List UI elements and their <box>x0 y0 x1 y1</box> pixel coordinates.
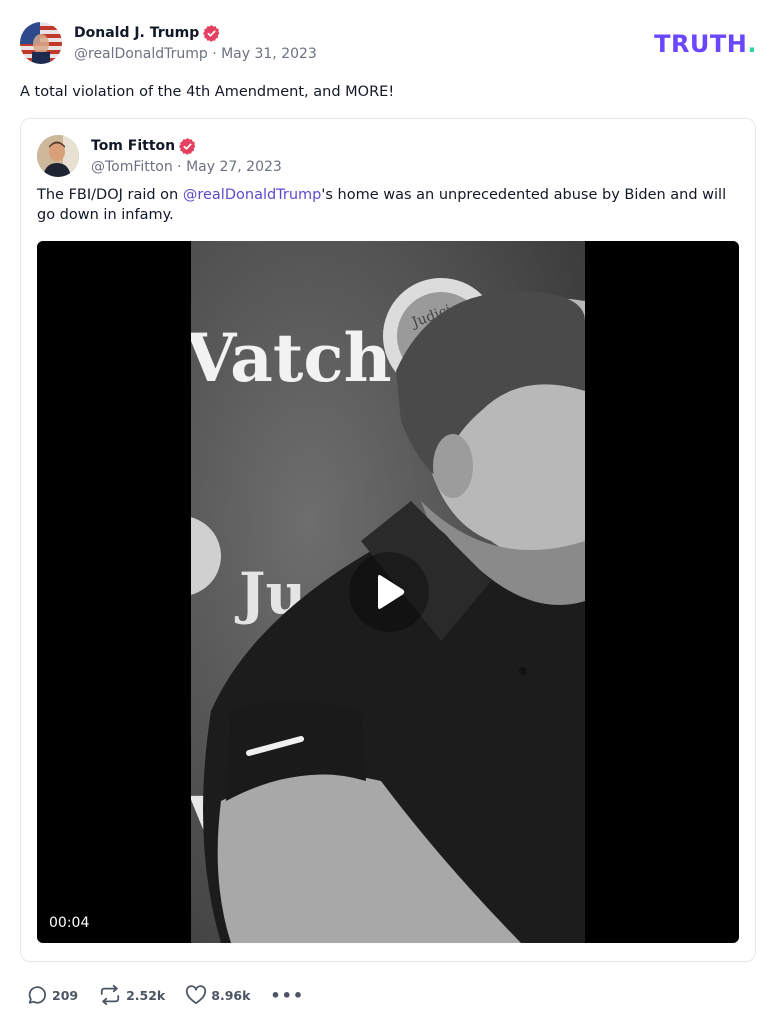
video-duration: 00:04 <box>49 915 90 931</box>
play-button[interactable] <box>349 552 429 632</box>
heart-icon <box>186 985 207 1005</box>
like-count: 8.96k <box>211 987 251 1003</box>
logo-dot: . <box>747 30 757 58</box>
quote-avatar-image <box>37 135 79 177</box>
post-header: Donald J. Trump @realDonaldTrump · May 3… <box>20 22 757 66</box>
avatar[interactable] <box>20 22 62 64</box>
retruth-count: 2.52k <box>126 987 166 1003</box>
quoted-post[interactable]: Tom Fitton @TomFitton · May 27, 2023 The… <box>20 118 756 962</box>
author-handle-date[interactable]: @realDonaldTrump · May 31, 2023 <box>74 46 317 62</box>
avatar-flag-image <box>20 22 62 64</box>
retruth-icon <box>100 984 120 1006</box>
like-button[interactable]: 8.96k <box>185 985 250 1005</box>
quote-author-name[interactable]: Tom Fitton <box>91 138 175 154</box>
quote-text-before: The FBI/DOJ raid on <box>37 187 183 203</box>
verified-badge-icon <box>179 137 196 155</box>
quote-handle-date[interactable]: @TomFitton · May 27, 2023 <box>91 159 282 175</box>
truth-post: Donald J. Trump @realDonaldTrump · May 3… <box>20 22 757 962</box>
video-player[interactable]: Vatch Ju Va Judici <box>37 241 739 943</box>
more-options-button[interactable]: ••• <box>270 986 304 1005</box>
quote-author: Tom Fitton @TomFitton · May 27, 2023 <box>91 136 282 175</box>
quote-avatar[interactable] <box>37 135 79 177</box>
post-author: Donald J. Trump @realDonaldTrump · May 3… <box>74 23 317 62</box>
reply-button[interactable]: 209 <box>26 984 78 1006</box>
logo-text: TRUTH <box>654 30 748 58</box>
frame-text-top: Vatch <box>191 319 392 397</box>
comment-icon <box>28 986 46 1004</box>
quote-header: Tom Fitton @TomFitton · May 27, 2023 <box>37 135 739 179</box>
retruth-button[interactable]: 2.52k <box>98 984 165 1006</box>
quote-text: The FBI/DOJ raid on @realDonaldTrump's h… <box>37 185 739 225</box>
post-text: A total violation of the 4th Amendment, … <box>20 84 395 100</box>
reply-count: 209 <box>52 987 79 1003</box>
mention-link[interactable]: @realDonaldTrump <box>183 187 322 203</box>
post-actions: 209 2.52k 8.96k ••• <box>26 982 324 1008</box>
truth-logo[interactable]: TRUTH. <box>654 30 757 58</box>
verified-badge-icon <box>203 24 220 42</box>
author-name[interactable]: Donald J. Trump <box>74 25 199 41</box>
more-icon: ••• <box>270 985 305 1005</box>
play-icon <box>378 575 405 609</box>
